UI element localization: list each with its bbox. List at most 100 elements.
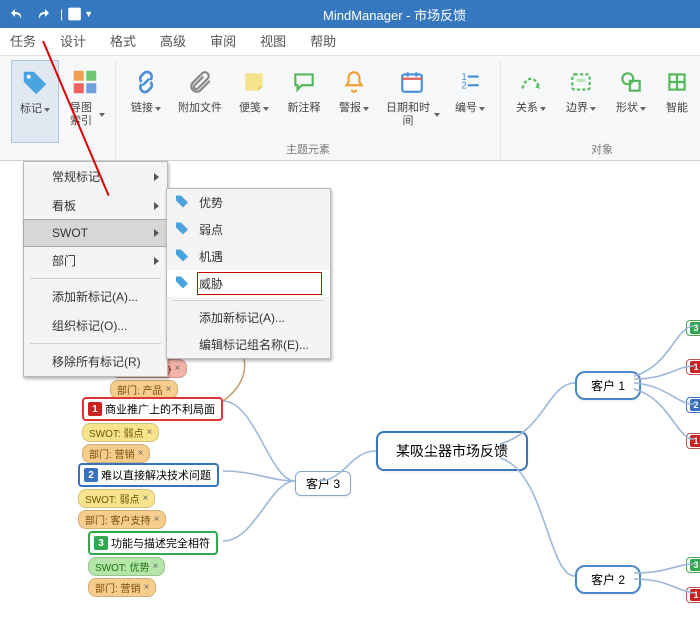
chevron-down-icon [640,107,646,111]
chip-dept-marketing[interactable]: 部门: 营销× [88,578,156,597]
swot-add-marker[interactable]: 添加新标记(A)... [167,304,330,331]
group-label-main: 主题元素 [286,139,330,160]
chip-swot-weakness[interactable]: SWOT: 弱点× [78,489,155,508]
arrow-right-icon [154,229,159,237]
smart-icon [664,64,690,100]
numbering-button[interactable]: 12编号 [446,60,494,139]
chevron-down-icon [363,107,369,111]
svg-text:?: ? [72,10,78,21]
topic-customer2[interactable]: 客户 2 [575,565,641,594]
menu-swot[interactable]: SWOT [23,219,168,247]
undo-icon[interactable] [4,2,30,26]
center-topic[interactable]: 某吸尘器市场反馈 [376,431,528,471]
chip-swot-weakness[interactable]: SWOT: 弱点× [82,423,159,442]
tag-icon [175,275,189,292]
smart-button[interactable]: 智能 [657,60,697,139]
index-icon [70,64,100,100]
chevron-down-icon [590,107,596,111]
comment-button[interactable]: 新注释 [280,60,328,139]
chip-dept-support[interactable]: 部门: 客户支持× [78,510,166,529]
node-2[interactable]: 2难以直接解决技术问题 SWOT: 弱点× 部门: 客户支持× [78,463,219,529]
ribbon-tabs: 任务 设计 格式 高级 审阅 视图 帮助 [0,28,700,56]
tab-review[interactable]: 审阅 [210,28,236,56]
close-icon[interactable]: × [146,427,152,438]
boundary-button[interactable]: 边界 [557,60,605,139]
tab-format[interactable]: 格式 [110,28,136,56]
markers-button[interactable]: 标记 [11,60,59,143]
menu-remove-all[interactable]: 移除所有标记(R) [24,347,167,376]
mindmap-canvas[interactable]: 常规标记 看板 SWOT 部门 添加新标记(A)... 组织标记(O)... 移… [0,161,700,634]
tab-view[interactable]: 视图 [260,28,286,56]
chip-dept-marketing[interactable]: 部门: 营销× [82,444,150,463]
chevron-down-icon [155,107,161,111]
swot-threat[interactable]: 威胁 [167,270,330,297]
tiny-node[interactable]: 1 [686,433,700,449]
priority-icon: 3 [94,536,108,550]
tiny-node[interactable]: 3 [686,557,700,573]
menu-department[interactable]: 部门 [24,246,167,275]
chevron-down-icon [263,107,269,111]
swot-opportunity[interactable]: 机遇 [167,243,330,270]
shape-button[interactable]: 形状 [607,60,655,139]
menu-organize-markers[interactable]: 组织标记(O)... [24,311,167,340]
tab-tasks[interactable]: 任务 [10,28,36,56]
priority-icon: 2 [84,468,98,482]
chip-swot-strength[interactable]: SWOT: 优势× [88,557,165,576]
swot-weakness[interactable]: 弱点 [167,216,330,243]
close-icon[interactable]: × [154,514,160,525]
tiny-node[interactable]: 3 [686,320,700,336]
shape-icon [618,64,644,100]
bell-icon [341,64,367,100]
menu-add-marker[interactable]: 添加新标记(A)... [24,282,167,311]
note-button[interactable]: 便笺 [230,60,278,139]
group-main-elements: 链接 附加文件 便笺 新注释 警报 日期和时间 12编号 主题元素 [116,60,501,160]
relation-button[interactable]: 关系 [507,60,555,139]
close-icon[interactable]: × [174,363,180,374]
group-objects: 关系 边界 形状 智能 对象 [501,60,700,160]
tab-design[interactable]: 设计 [60,28,86,56]
menu-separator [173,300,324,301]
menu-kanban[interactable]: 看板 [24,191,167,220]
tab-advanced[interactable]: 高级 [160,28,186,56]
chevron-down-icon [479,107,485,111]
tab-help[interactable]: 帮助 [310,28,336,56]
close-icon[interactable]: × [138,448,144,459]
tag-icon [175,194,189,211]
ribbon: 标记 导图索引 链接 附加文件 便笺 新注释 警报 日期和时间 12编号 主题元… [0,56,700,161]
numbering-icon: 12 [457,64,483,100]
group-markers: 标记 导图索引 [5,60,116,160]
boundary-icon [568,64,594,100]
tiny-node[interactable]: 2 [686,397,700,413]
tag-icon [20,65,50,101]
alert-button[interactable]: 警报 [330,60,378,139]
swot-submenu: 优势 弱点 机遇 威胁 添加新标记(A)... 编辑标记组名称(E)... [166,188,331,359]
menu-general-markers[interactable]: 常规标记 [24,162,167,191]
close-icon[interactable]: × [166,384,172,395]
sticky-note-icon [241,64,267,100]
link-button[interactable]: 链接 [122,60,170,139]
titlebar: | ?▼ MindManager - 市场反馈 [0,0,700,28]
markers-menu: 常规标记 看板 SWOT 部门 添加新标记(A)... 组织标记(O)... 移… [23,161,168,377]
swot-edit-group-name[interactable]: 编辑标记组名称(E)... [167,331,330,358]
close-icon[interactable]: × [152,561,158,572]
topic-customer1[interactable]: 客户 1 [575,371,641,400]
index-button[interactable]: 导图索引 [61,60,109,143]
chevron-down-icon [434,113,440,117]
date-button[interactable]: 日期和时间 [380,60,444,139]
topic-customer3[interactable]: 客户 3 [295,471,351,496]
tiny-node[interactable]: 1 [686,587,700,603]
node-1[interactable]: 1商业推广上的不利局面 SWOT: 弱点× 部门: 营销× [82,397,223,463]
swot-strength[interactable]: 优势 [167,189,330,216]
chevron-down-icon [44,108,50,112]
arrow-right-icon [154,202,159,210]
close-icon[interactable]: × [144,582,150,593]
tag-icon [175,248,189,265]
redo-icon[interactable] [30,2,56,26]
attach-button[interactable]: 附加文件 [172,60,228,139]
svg-text:2: 2 [461,81,466,92]
help-icon[interactable]: ?▼ [67,2,93,26]
node-3[interactable]: 3功能与描述完全相符 SWOT: 优势× 部门: 营销× [88,531,218,597]
tiny-node[interactable]: 1 [686,359,700,375]
calendar-icon [399,64,425,100]
close-icon[interactable]: × [142,493,148,504]
